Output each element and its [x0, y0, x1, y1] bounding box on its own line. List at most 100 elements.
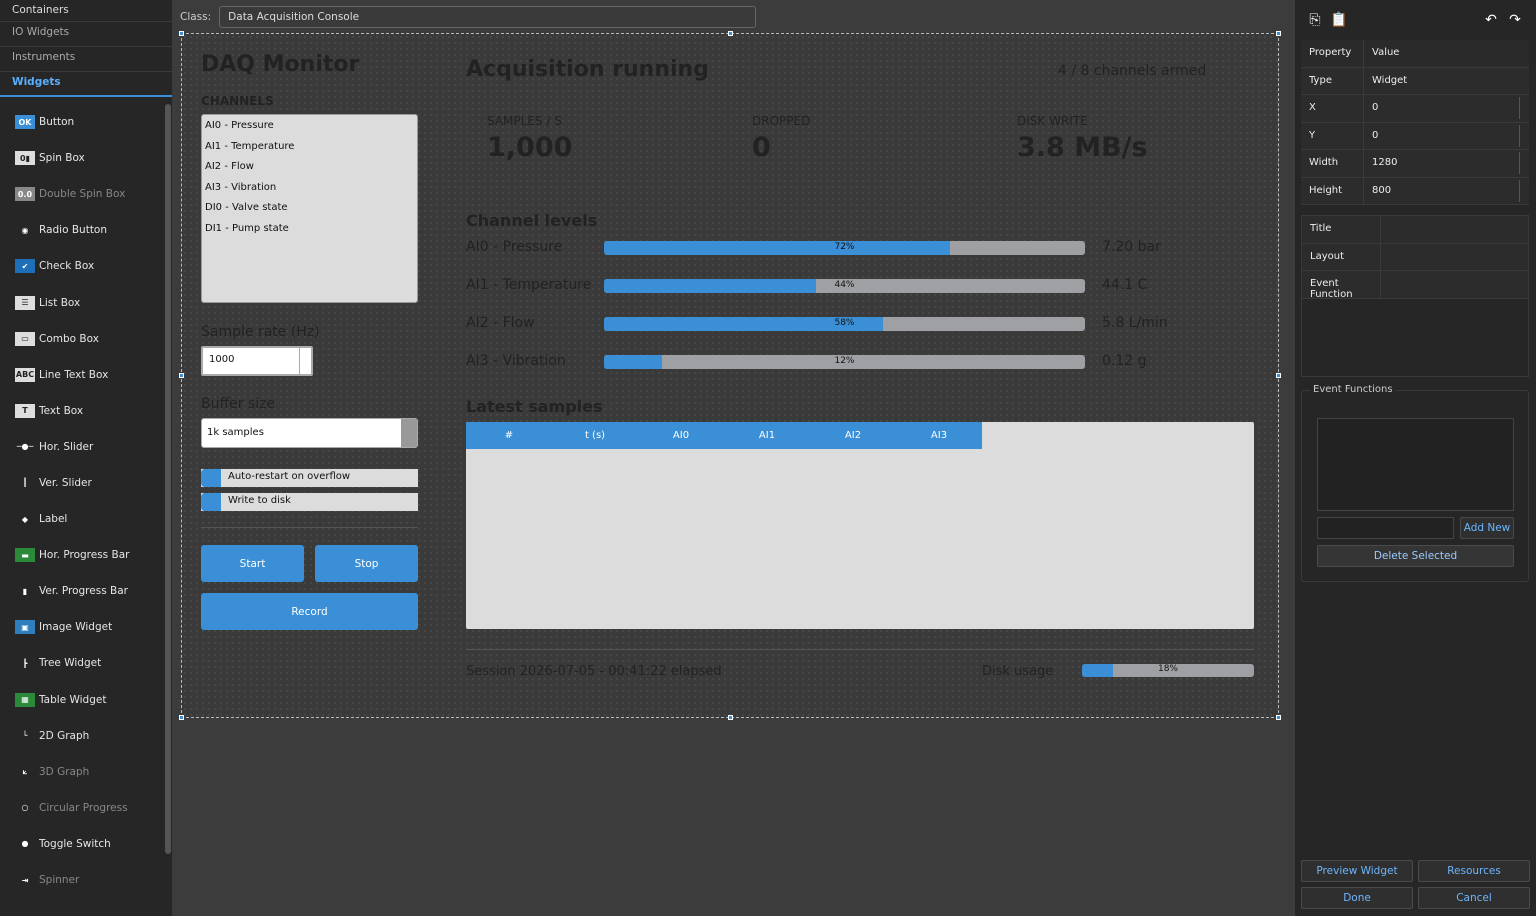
- category-widgets[interactable]: Widgets: [0, 72, 172, 97]
- toggle-write-disk[interactable]: Write to disk: [201, 493, 418, 511]
- palette-item-vslider[interactable]: ┃ Ver. Slider: [0, 465, 164, 501]
- resize-handle-tr[interactable]: [1276, 31, 1281, 36]
- level-bar: 72%: [604, 241, 1085, 255]
- event-functions-list[interactable]: [1317, 418, 1514, 511]
- list-item[interactable]: DI1 - Pump state: [205, 221, 414, 242]
- start-button[interactable]: Start: [201, 545, 304, 582]
- linetext-icon: ABC: [15, 367, 35, 382]
- sample-rate-spinbox[interactable]: 1000: [201, 346, 313, 376]
- event-function-name-input[interactable]: [1317, 517, 1454, 539]
- palette-item-graph2d[interactable]: └ 2D Graph: [0, 718, 164, 754]
- spin-arrows-icon[interactable]: [1519, 179, 1527, 202]
- property-value[interactable]: [1381, 243, 1528, 270]
- palette-item-table[interactable]: ▦ Table Widget: [0, 682, 164, 718]
- palette-item-radio[interactable]: ◉ Radio Button: [0, 212, 164, 248]
- list-item[interactable]: DI0 - Valve state: [205, 200, 414, 221]
- resize-handle-left[interactable]: [179, 373, 184, 378]
- done-button[interactable]: Done: [1301, 887, 1413, 909]
- palette-item-spinner[interactable]: ⇥ Spinner: [0, 862, 164, 898]
- vslider-icon: ┃: [22, 478, 28, 488]
- property-value[interactable]: 1280: [1364, 150, 1529, 177]
- resize-handle-top[interactable]: [728, 31, 733, 36]
- property-value[interactable]: [1381, 271, 1528, 298]
- list-item[interactable]: AI0 - Pressure: [205, 118, 414, 139]
- undo-icon[interactable]: ↶: [1483, 12, 1499, 30]
- palette-item-combobox[interactable]: ▭ Combo Box: [0, 321, 164, 357]
- list-item[interactable]: AI3 - Vibration: [205, 180, 414, 201]
- level-value: 7.20 bar: [1102, 239, 1161, 255]
- table-col-header[interactable]: t (s): [552, 422, 638, 449]
- spinner-icon: ⇥: [21, 875, 29, 885]
- palette-item-label: 3D Graph: [39, 765, 90, 778]
- palette-item-listbox[interactable]: ☰ List Box: [0, 284, 164, 320]
- palette-item-label[interactable]: ◆ Label: [0, 501, 164, 537]
- palette-item-checkbox[interactable]: ✔ Check Box: [0, 248, 164, 284]
- palette-item-image[interactable]: ▣ Image Widget: [0, 609, 164, 645]
- table-col-header[interactable]: AI2: [810, 422, 896, 449]
- list-item[interactable]: AI1 - Temperature: [205, 139, 414, 160]
- palette-item-tree[interactable]: ┣ Tree Widget: [0, 645, 164, 681]
- channels-list[interactable]: AI0 - Pressure AI1 - Temperature AI2 - Flo…: [201, 114, 418, 303]
- resize-handle-right[interactable]: [1276, 373, 1281, 378]
- class-name-input[interactable]: Data Acquisition Console: [219, 6, 757, 28]
- table-col-header[interactable]: AI0: [638, 422, 724, 449]
- delete-selected-button[interactable]: Delete Selected: [1317, 545, 1514, 567]
- table-col-header[interactable]: AI3: [896, 422, 982, 449]
- paste-icon[interactable]: 📋: [1330, 12, 1347, 30]
- cancel-button[interactable]: Cancel: [1418, 887, 1530, 909]
- palette-item-circular[interactable]: ○ Circular Progress: [0, 790, 164, 826]
- dropdown-arrow-icon[interactable]: [401, 419, 417, 447]
- copy-icon[interactable]: ⎘: [1307, 12, 1323, 30]
- palette-item-toggle[interactable]: ● Toggle Switch: [0, 826, 164, 862]
- preview-widget-button[interactable]: Preview Widget: [1301, 860, 1413, 882]
- table-col-header[interactable]: AI1: [724, 422, 810, 449]
- samples-table[interactable]: # t (s) AI0 AI1 AI2 AI3: [466, 422, 1254, 629]
- list-item[interactable]: AI2 - Flow: [205, 159, 414, 180]
- palette-item-hprogress[interactable]: ▬ Hor. Progress Bar: [0, 537, 164, 573]
- property-value[interactable]: 800: [1364, 177, 1529, 204]
- stop-button[interactable]: Stop: [315, 545, 418, 582]
- spin-arrows-icon[interactable]: [299, 348, 311, 374]
- palette-scrollbar[interactable]: [165, 104, 171, 854]
- spin-arrows-icon[interactable]: [1519, 97, 1527, 119]
- buffer-size-combo[interactable]: 1k samples: [201, 418, 418, 448]
- property-col-header: Property: [1301, 40, 1364, 67]
- value-col-header: Value: [1364, 40, 1529, 67]
- category-containers[interactable]: Containers: [0, 0, 172, 22]
- palette-item-textbox[interactable]: T Text Box: [0, 393, 164, 429]
- spin-arrows-icon[interactable]: [1519, 152, 1527, 174]
- toggle-auto-restart[interactable]: Auto-restart on overflow: [201, 469, 418, 487]
- palette-item-double-spinbox[interactable]: 0.0 Double Spin Box: [0, 176, 164, 212]
- palette-item-linetext[interactable]: ABC Line Text Box: [0, 357, 164, 393]
- palette-item-vprogress[interactable]: ▮ Ver. Progress Bar: [0, 573, 164, 609]
- palette-item-spinbox[interactable]: 0▮ Spin Box: [0, 140, 164, 176]
- add-new-button[interactable]: Add New: [1460, 517, 1514, 539]
- record-button[interactable]: Record: [201, 593, 418, 630]
- toggle-write-disk-label: Write to disk: [228, 495, 291, 506]
- toggle-icon: ●: [21, 839, 29, 849]
- level-value: 0.12 g: [1102, 353, 1147, 369]
- palette-item-label: Hor. Progress Bar: [39, 549, 130, 562]
- resources-button[interactable]: Resources: [1418, 860, 1530, 882]
- property-value[interactable]: 0: [1364, 122, 1529, 149]
- resize-handle-tl[interactable]: [179, 31, 184, 36]
- palette-item-hslider[interactable]: ─●─ Hor. Slider: [0, 429, 164, 465]
- category-io-widgets[interactable]: IO Widgets: [0, 22, 172, 47]
- property-value[interactable]: Widget: [1364, 67, 1529, 94]
- level-name: AI2 - Flow: [466, 315, 535, 331]
- property-value[interactable]: 0: [1364, 95, 1529, 122]
- redo-icon[interactable]: ↷: [1507, 12, 1523, 30]
- palette-item-button[interactable]: OK Button: [0, 104, 164, 140]
- resize-handle-bl[interactable]: [179, 715, 184, 720]
- resize-handle-bottom[interactable]: [728, 715, 733, 720]
- property-value-text: 1280: [1372, 157, 1398, 168]
- textbox-icon: T: [15, 403, 35, 418]
- graph2d-icon: └: [22, 731, 28, 741]
- widget-canvas[interactable]: DAQ Monitor CHANNELS AI0 - Pressure AI1 -…: [179, 31, 1281, 720]
- spin-arrows-icon[interactable]: [1519, 124, 1527, 147]
- palette-item-graph3d[interactable]: ⟀ 3D Graph: [0, 754, 164, 790]
- property-value[interactable]: [1381, 216, 1528, 243]
- resize-handle-br[interactable]: [1276, 715, 1281, 720]
- category-instruments[interactable]: Instruments: [0, 47, 172, 72]
- table-col-header[interactable]: #: [466, 422, 552, 449]
